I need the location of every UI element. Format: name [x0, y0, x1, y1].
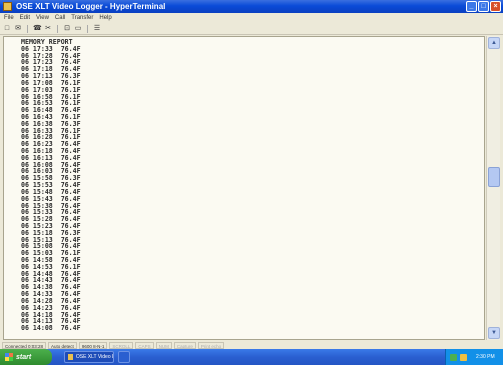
menu-file[interactable]: File [4, 15, 14, 21]
close-button[interactable]: × [490, 1, 501, 12]
terminal-line: 06 17:13 76.3F [21, 72, 81, 81]
toolbar-divider [57, 24, 58, 33]
terminal-line: 06 16:38 76.3F [21, 119, 81, 128]
terminal-line: 06 14:38 76.4F [21, 283, 81, 292]
taskbar-item-label: OSE XLT Video Lo... [75, 354, 113, 360]
hyperterminal-window: OSE XLT Video Logger - HyperTerminal _ □… [0, 0, 503, 349]
terminal-line: 06 14:43 76.4F [21, 276, 81, 285]
send-icon[interactable]: ⊡ [63, 25, 71, 33]
memory-report-heading: MEMORY REPORT [21, 38, 73, 46]
terminal-line: 06 15:58 76.3F [21, 174, 81, 183]
volume-icon[interactable] [460, 353, 467, 361]
maximize-button[interactable]: □ [478, 1, 489, 12]
status-caps: CAPS [135, 341, 154, 349]
terminal-line: 06 15:43 76.4F [21, 194, 81, 203]
terminal-line: 06 17:28 76.4F [21, 51, 81, 60]
start-label: start [16, 353, 32, 361]
terminal-line: 06 17:03 76.1F [21, 85, 81, 94]
terminal-line: 06 15:48 76.4F [21, 187, 81, 196]
taskbar: start OSE XLT Video Lo... 2:30 PM [0, 349, 503, 365]
title-bar[interactable]: OSE XLT Video Logger - HyperTerminal _ □… [0, 0, 503, 13]
status-capture: Capture [173, 341, 196, 349]
terminal-line: 06 14:58 76.4F [21, 256, 81, 264]
terminal-line: 06 15:38 76.4F [21, 201, 81, 210]
terminal-line: 06 16:23 76.4F [21, 140, 81, 149]
taskbar-item-extra[interactable] [118, 351, 130, 363]
clock: 2:30 PM [476, 354, 495, 360]
terminal-line: 06 15:08 76.4F [21, 242, 81, 251]
status-print-echo: Print echo [197, 341, 225, 349]
menu-transfer[interactable]: Transfer [71, 15, 93, 21]
status-connection: Connected 0:03:28 [2, 341, 47, 349]
terminal-line: 06 16:18 76.4F [21, 147, 81, 155]
terminal-line: 06 14:28 76.4F [21, 296, 81, 305]
hyperterminal-task-icon [68, 354, 73, 360]
terminal-line: 06 15:28 76.4F [21, 215, 81, 224]
hyperterminal-icon [3, 2, 12, 11]
terminal-line: 06 15:33 76.4F [21, 208, 81, 217]
start-button[interactable]: start [0, 349, 52, 365]
terminal-line: 06 14:33 76.4F [21, 290, 81, 299]
status-num: NUM [155, 341, 172, 349]
terminal-line: 06 14:48 76.4F [21, 269, 81, 278]
scroll-down-icon[interactable]: ▼ [488, 327, 500, 339]
terminal-line: 06 16:13 76.4F [21, 153, 81, 162]
vertical-scrollbar[interactable]: ▲ ▼ [486, 36, 500, 340]
terminal-line: 06 14:18 76.4F [21, 310, 81, 319]
terminal-lines: 06 17:33 76.4F 06 17:28 76.4F 06 17:23 76.… [21, 44, 484, 333]
call-icon[interactable]: ☎ [33, 25, 42, 33]
open-icon[interactable]: ✉ [14, 25, 22, 33]
menu-view[interactable]: View [36, 15, 49, 21]
terminal-line: 06 14:08 76.4F [21, 324, 81, 333]
windows-logo-icon [5, 353, 13, 361]
menu-help[interactable]: Help [99, 15, 111, 21]
terminal-line: 06 15:23 76.4F [21, 221, 81, 230]
menu-call[interactable]: Call [55, 15, 65, 21]
new-connection-icon[interactable]: □ [3, 25, 11, 33]
status-bar: Connected 0:03:28 Auto detect 9600 8-N-1… [0, 341, 503, 349]
terminal-line: 06 16:48 76.4F [21, 106, 81, 115]
terminal-line: 06 15:03 76.1F [21, 249, 81, 258]
menu-edit[interactable]: Edit [20, 15, 30, 21]
disconnect-icon[interactable]: ✂ [44, 25, 52, 33]
terminal-line: 06 16:58 76.1F [21, 92, 81, 101]
network-icon[interactable] [450, 353, 457, 361]
terminal-line: 06 15:13 76.4F [21, 235, 81, 244]
terminal-line: 06 17:18 76.4F [21, 65, 81, 74]
toolbar: □ ✉ ☎ ✂ ⊡ ▭ ☰ [0, 23, 503, 35]
toolbar-divider [87, 24, 88, 33]
properties-icon[interactable]: ☰ [93, 25, 101, 33]
terminal-line: 06 16:53 76.1F [21, 99, 81, 108]
system-tray: 2:30 PM [445, 349, 503, 365]
menu-bar: File Edit View Call Transfer Help [0, 13, 503, 23]
terminal-line: 06 16:28 76.1F [21, 133, 81, 142]
terminal-line: 06 17:08 76.1F [21, 78, 81, 87]
terminal-line: 06 17:23 76.4F [21, 58, 81, 67]
toolbar-divider [27, 24, 28, 33]
terminal-line: 06 16:33 76.1F [21, 126, 81, 135]
status-settings: 9600 8-N-1 [78, 341, 108, 349]
scroll-up-icon[interactable]: ▲ [488, 37, 500, 49]
terminal-output[interactable]: MEMORY REPORT 06 17:33 76.4F 06 17:28 76.… [3, 36, 485, 340]
terminal-line: 06 16:08 76.4F [21, 160, 81, 169]
receive-icon[interactable]: ▭ [74, 25, 82, 33]
terminal-line: 06 14:23 76.4F [21, 303, 81, 312]
terminal-line: 06 15:53 76.4F [21, 181, 81, 190]
terminal-line: 06 17:33 76.4F [21, 44, 81, 53]
minimize-button[interactable]: _ [466, 1, 477, 12]
terminal-line: 06 16:03 76.4F [21, 167, 81, 176]
window-title: OSE XLT Video Logger - HyperTerminal [16, 2, 166, 11]
terminal-line: 06 15:18 76.3F [21, 228, 81, 237]
scroll-thumb[interactable] [488, 167, 500, 187]
status-scroll: SCROLL [109, 341, 134, 349]
terminal-line: 06 14:53 76.1F [21, 262, 81, 271]
terminal-line: 06 14:13 76.4F [21, 317, 81, 326]
status-detect: Auto detect [48, 341, 77, 349]
taskbar-item-hyperterminal[interactable]: OSE XLT Video Lo... [64, 351, 114, 363]
terminal-line: 06 16:43 76.1F [21, 112, 81, 121]
